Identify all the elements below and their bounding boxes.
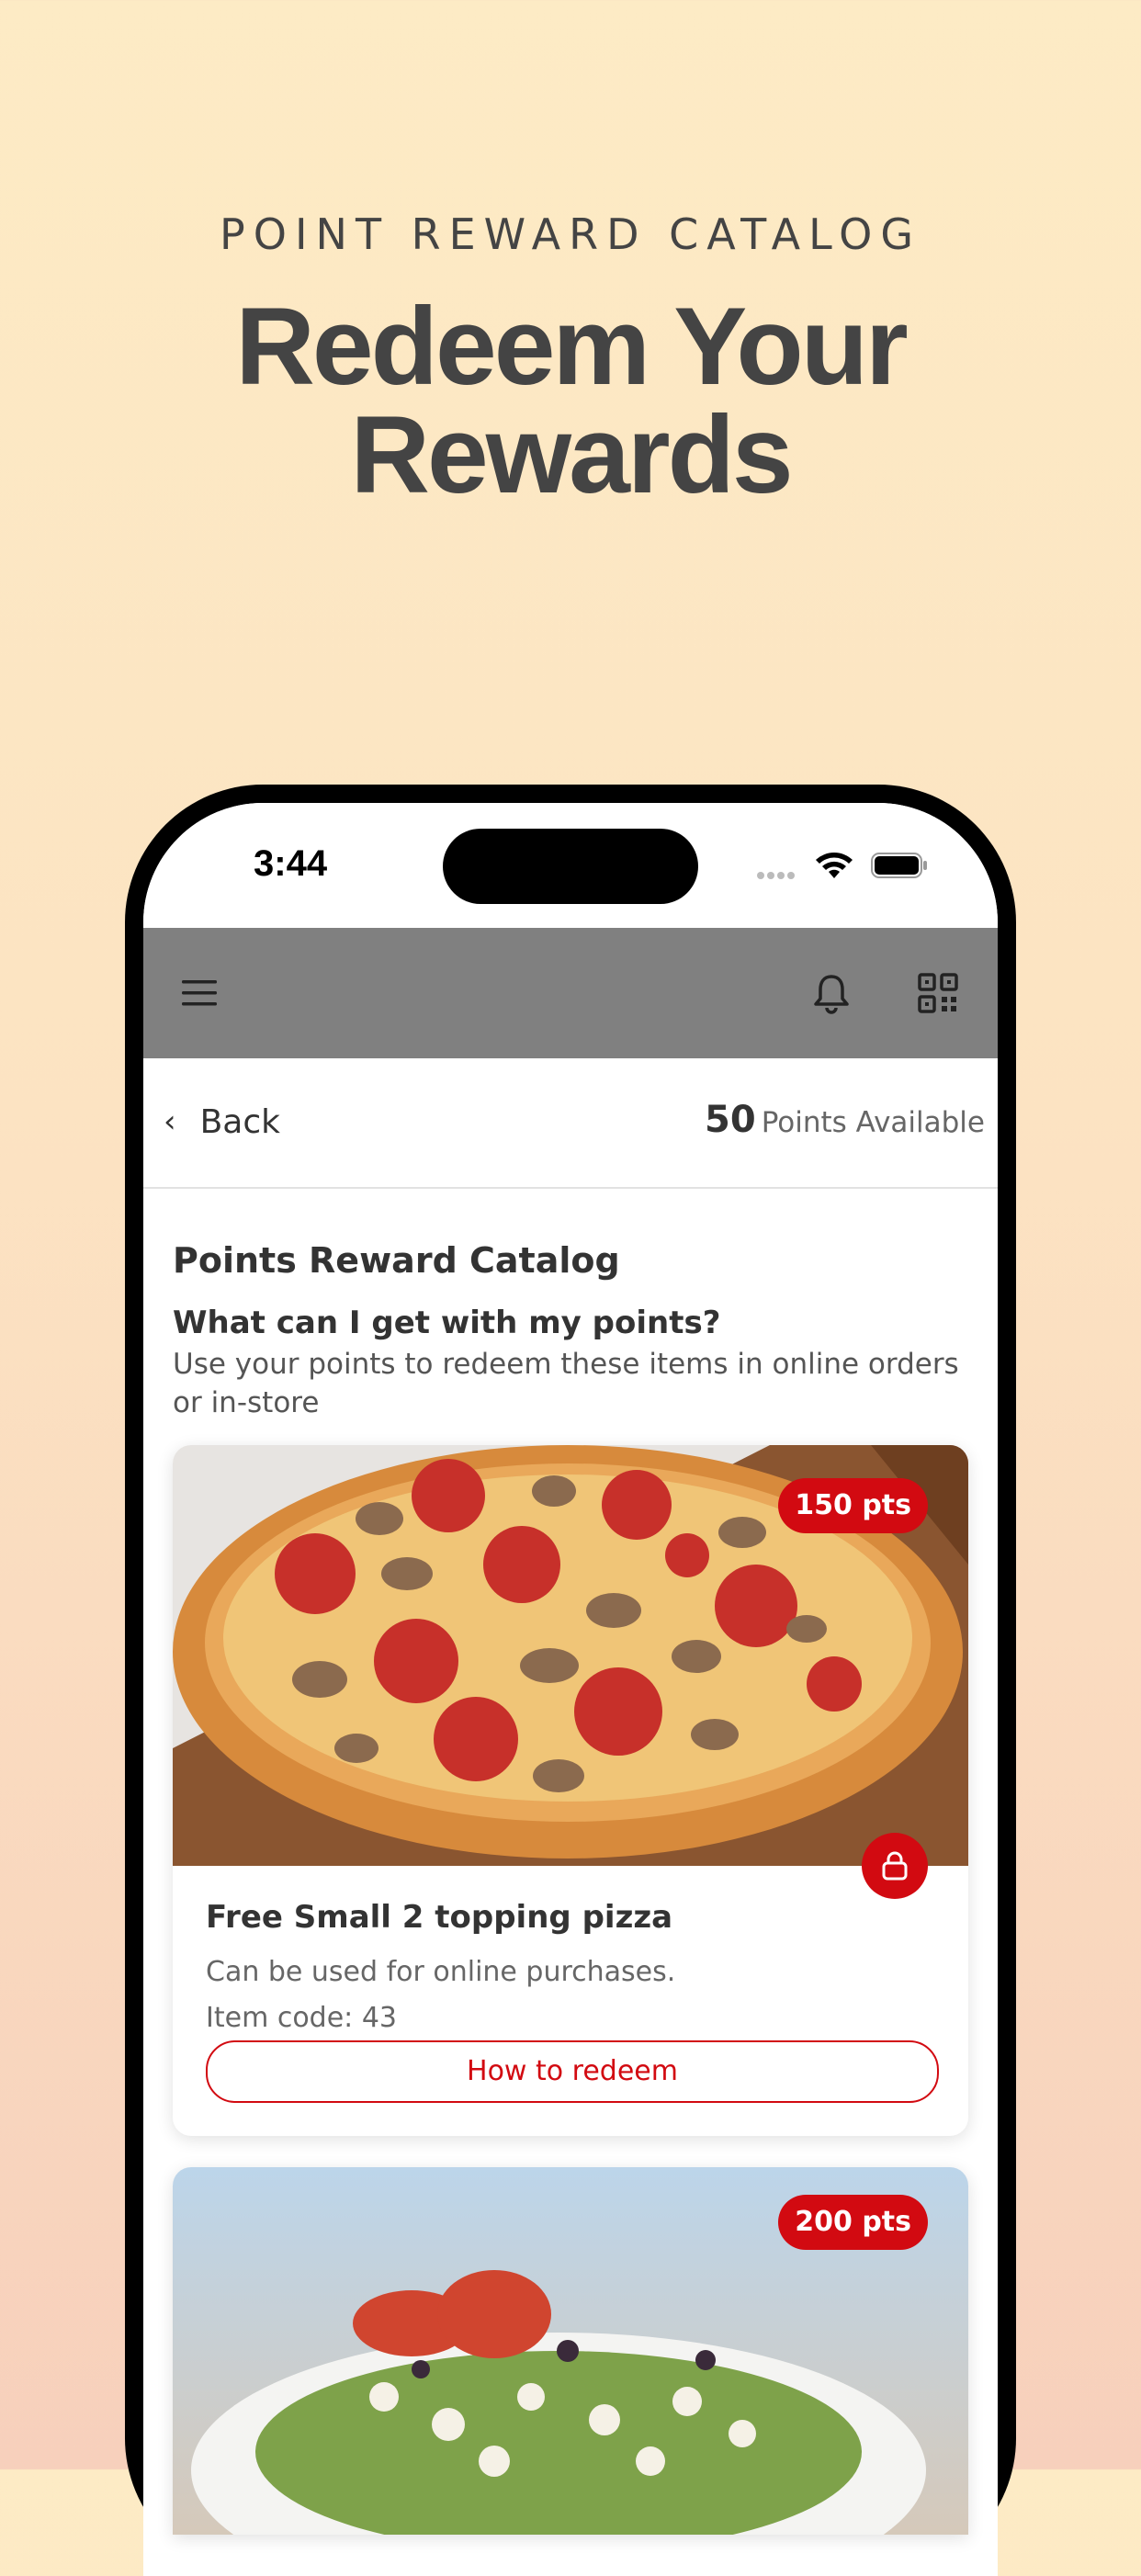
- dynamic-island: [443, 829, 698, 904]
- back-navigation-bar: ‹ Back 50 Points Available: [143, 1058, 998, 1189]
- phone-screen: 3:44 ‹ Back 50 Points Available Points R…: [143, 803, 998, 2576]
- cellular-signal-icon: [757, 867, 797, 884]
- lock-icon: [862, 1833, 928, 1899]
- how-to-redeem-button[interactable]: How to redeem: [206, 2040, 939, 2103]
- headline-line-1: Redeem Your: [235, 285, 908, 408]
- bell-icon[interactable]: [810, 972, 853, 1014]
- marketing-eyebrow: POINT REWARD CATALOG: [220, 209, 921, 259]
- points-available: 50 Points Available: [705, 1099, 985, 1141]
- catalog-description: Use your points to redeem these items in…: [173, 1348, 959, 1419]
- points-value: 50: [705, 1099, 756, 1141]
- reward-card[interactable]: 200 pts: [173, 2167, 968, 2535]
- points-badge: 200 pts: [778, 2195, 928, 2250]
- headline-line-2: Rewards: [350, 393, 793, 516]
- reward-name: Free Small 2 topping pizza: [206, 1899, 673, 1936]
- catalog-question: What can I get with my points?: [173, 1305, 721, 1341]
- app-toolbar: [143, 928, 998, 1058]
- catalog-title: Points Reward Catalog: [173, 1240, 620, 1281]
- reward-note: Can be used for online purchases.: [206, 1956, 676, 1988]
- marketing-headline: Redeem Your Rewards: [0, 285, 1141, 516]
- status-time: 3:44: [254, 843, 328, 884]
- back-label: Back: [199, 1102, 281, 1141]
- phone-frame: 3:44 ‹ Back 50 Points Available Points R…: [125, 785, 1016, 2576]
- battery-icon: [871, 853, 927, 878]
- points-badge: 150 pts: [778, 1478, 928, 1533]
- back-button[interactable]: ‹ Back: [164, 1099, 280, 1145]
- points-label: Points Available: [761, 1106, 985, 1139]
- chevron-left-icon: ‹: [164, 1103, 176, 1140]
- qr-code-icon[interactable]: [917, 972, 959, 1014]
- reward-card[interactable]: 150 pts Free Small 2 topping pizza Can b…: [173, 1445, 968, 2136]
- wifi-icon: [816, 853, 853, 878]
- item-code: Item code: 43: [206, 2002, 397, 2034]
- hamburger-menu-icon[interactable]: [178, 972, 220, 1014]
- status-bar: 3:44: [143, 803, 998, 928]
